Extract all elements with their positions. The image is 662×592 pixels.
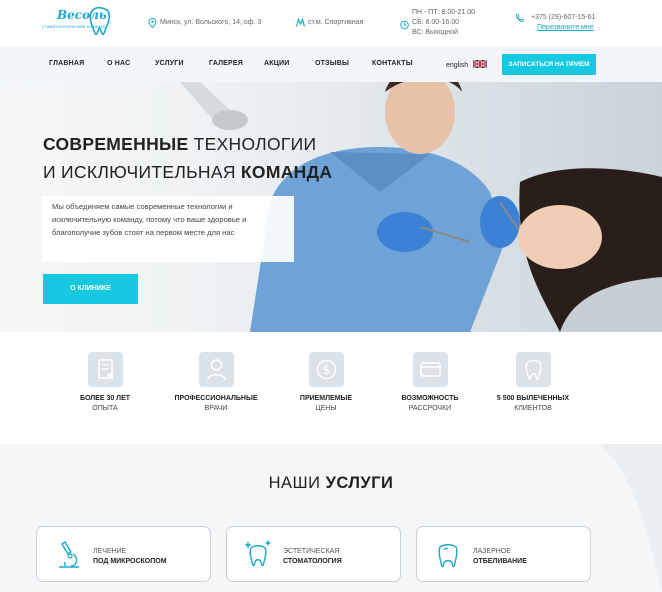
svg-text:$: $ <box>322 363 330 377</box>
microscope-icon <box>49 536 87 574</box>
hero-title: СОВРЕМЕННЫЕ ТЕХНОЛОГИИ И ИСКЛЮЧИТЕЛЬНАЯ … <box>43 130 332 186</box>
feature-title: ПРИЕМЛЕМЫЕ <box>299 395 353 402</box>
service-line2: ПОД МИКРОСКОПОМ <box>93 558 167 565</box>
address-text: Минск, ул. Вольского, 14, оф. 3 <box>160 19 262 26</box>
service-card-whitening[interactable]: ЛАЗЕРНОЕ ОТБЕЛИВАНИЕ <box>416 526 591 582</box>
logo-name: Весоль <box>57 8 107 22</box>
phone-number[interactable]: +375 (29)-607-15-61 <box>515 13 595 23</box>
hero-title-bold-1: СОВРЕМЕННЫЕ <box>43 134 189 154</box>
nav-item-promotions[interactable]: АКЦИИ <box>264 60 290 67</box>
metro-icon <box>296 18 305 27</box>
services-title-bold: УСЛУГИ <box>325 474 394 492</box>
hours-sunday: ВС: Выходной <box>412 29 458 36</box>
hero-title-rest-1: ТЕХНОЛОГИИ <box>188 134 317 154</box>
dollar-icon: $ <box>308 352 344 387</box>
top-bar: Весоль стоматологическая клиника Минск, … <box>0 0 662 47</box>
logo-tagline: стоматологическая клиника <box>42 24 106 29</box>
feature-subtitle: КЛИЕНТОВ <box>514 405 552 412</box>
feature-title: ПРОФЕССИОНАЛЬНЫЕ <box>174 395 258 402</box>
clock-icon <box>400 20 409 30</box>
hero-title-bold-2: КОМАНДА <box>240 162 333 182</box>
phone-block: +375 (29)-607-15-61 Перезвоните мне <box>515 13 595 33</box>
service-card-microscope[interactable]: ЛЕЧЕНИЕ ПОД МИКРОСКОПОМ <box>36 526 211 582</box>
metro-text: ст.м. Спортивная <box>308 19 364 26</box>
feature-subtitle: ВРАЧИ <box>204 405 228 412</box>
language-switch[interactable]: english <box>446 60 488 69</box>
service-line1: ЛЕЧЕНИЕ <box>93 548 127 555</box>
nav-item-home[interactable]: ГЛАВНАЯ <box>49 60 84 67</box>
nav-item-reviews[interactable]: ОТЗЫВЫ <box>315 60 349 67</box>
metro: ст.м. Спортивная <box>296 18 363 28</box>
feature-installments: ВОЗМОЖНОСТЬ РАССРОЧКИ <box>380 352 480 412</box>
feature-subtitle: ЦЕНЫ <box>315 405 337 412</box>
nav-item-gallery[interactable]: ГАЛЕРЕЯ <box>209 60 243 67</box>
feature-experience: БОЛЕЕ 30 ЛЕТ ОПЫТА <box>55 352 155 412</box>
nav-item-about[interactable]: О НАС <box>107 60 130 67</box>
feature-title: БОЛЕЕ 30 ЛЕТ <box>79 395 131 402</box>
nav-item-contacts[interactable]: КОНТАКТЫ <box>372 60 413 67</box>
features-row: БОЛЕЕ 30 ЛЕТ ОПЫТА ПРОФЕССИОНАЛЬНЫЕ ВРАЧ… <box>0 332 662 444</box>
phone-icon <box>516 13 524 22</box>
feature-title: ВОЗМОЖНОСТЬ <box>401 395 459 402</box>
working-hours: ПН - ПТ: 8.00-21.00 СБ: 8.00-16.00 ВС: В… <box>400 8 475 38</box>
hours-weekdays: ПН - ПТ: 8.00-21.00 <box>412 9 475 16</box>
book-appointment-button[interactable]: ЗАПИСАТЬСЯ НА ПРИЕМ <box>502 54 596 75</box>
feature-title: 5 500 ВЫЛЕЧЕННЫХ <box>496 395 570 402</box>
hero-description: Мы объединяем самые современные технолог… <box>42 196 294 262</box>
service-line2: СТОМАТОЛОГИЯ <box>283 558 342 565</box>
about-clinic-button[interactable]: О КЛИНИКЕ <box>43 274 138 304</box>
tooth-icon <box>515 352 551 387</box>
address: Минск, ул. Вольского, 14, оф. 3 <box>148 18 261 28</box>
language-label: english <box>446 62 469 69</box>
feature-prices: $ ПРИЕМЛЕМЫЕ ЦЕНЫ <box>276 352 376 412</box>
location-pin-icon <box>148 18 157 28</box>
service-card-aesthetic[interactable]: ЭСТЕТИЧЕСКАЯ СТОМАТОЛОГИЯ <box>226 526 401 582</box>
services-title-light: НАШИ <box>268 474 326 492</box>
feature-doctors: ПРОФЕССИОНАЛЬНЫЕ ВРАЧИ <box>166 352 266 412</box>
services-title: НАШИ УСЛУГИ <box>0 474 662 493</box>
card-icon <box>412 352 448 387</box>
hours-saturday: СБ: 8.00-16.00 <box>412 19 460 26</box>
sparkle-tooth-icon <box>239 536 277 574</box>
certificate-icon <box>87 352 123 387</box>
services-section: НАШИ УСЛУГИ ЛЕЧЕНИЕ ПОД МИКРОСКОПОМ ЭСТЕ… <box>0 444 662 592</box>
whitening-tooth-icon <box>429 536 467 574</box>
doctor-icon <box>198 352 234 387</box>
callback-link[interactable]: Перезвоните мне <box>515 23 595 33</box>
uk-flag-icon <box>473 60 488 68</box>
service-line1: ЛАЗЕРНОЕ <box>473 548 511 555</box>
feature-clients: 5 500 ВЫЛЕЧЕННЫХ КЛИЕНТОВ <box>483 352 583 412</box>
feature-subtitle: РАССРОЧКИ <box>408 405 452 412</box>
service-line2: ОТБЕЛИВАНИЕ <box>473 558 527 565</box>
nav-item-services[interactable]: УСЛУГИ <box>155 60 184 67</box>
service-line1: ЭСТЕТИЧЕСКАЯ <box>283 548 340 555</box>
logo[interactable]: Весоль стоматологическая клиника <box>42 6 112 40</box>
feature-subtitle: ОПЫТА <box>92 405 118 412</box>
hero-title-rest-2: И ИСКЛЮЧИТЕЛЬНАЯ <box>43 162 241 182</box>
